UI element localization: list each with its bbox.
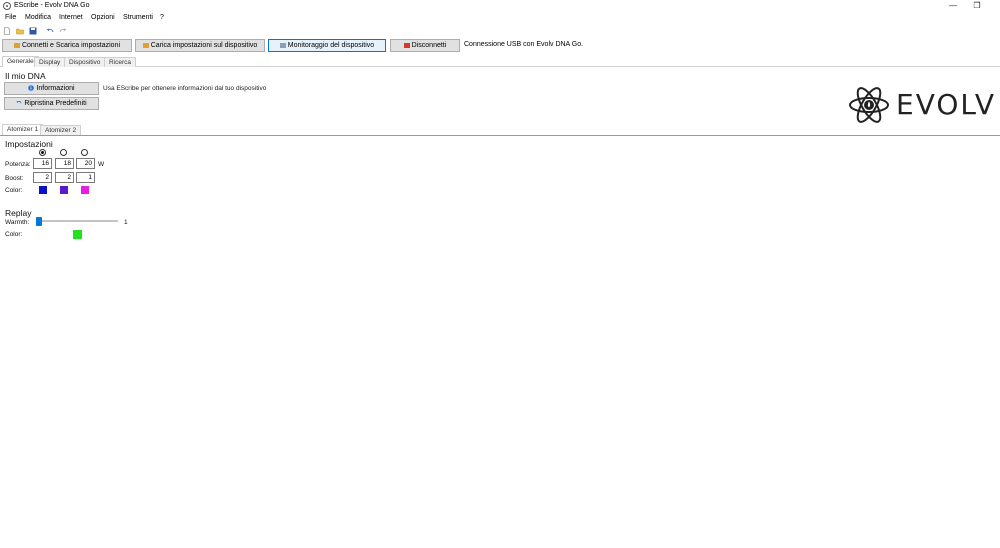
preset-radio-2[interactable]: [60, 149, 67, 156]
warmth-label: Warmth:: [5, 219, 30, 226]
envelope-icon: [13, 43, 20, 48]
menu-internet[interactable]: Internet: [59, 14, 83, 21]
menu-file[interactable]: File: [5, 14, 16, 21]
upload-settings-button[interactable]: Carica impostazioni sul dispositivo: [135, 39, 265, 52]
replay-color-label: Color:: [5, 231, 23, 238]
redo-icon[interactable]: [59, 27, 67, 35]
reset-defaults-button[interactable]: Ripristina Predefiniti: [4, 97, 99, 110]
preset-radio-1[interactable]: [39, 149, 46, 156]
menu-bar: File Modifica Internet Opzioni Strumenti…: [0, 13, 1000, 24]
evolv-logo: EVOLV: [848, 82, 996, 128]
save-icon[interactable]: [29, 27, 37, 35]
boost-input-2[interactable]: 2: [55, 172, 74, 183]
chart-icon: [279, 43, 286, 48]
boost-input-1[interactable]: 2: [33, 172, 52, 183]
app-icon: [3, 2, 11, 10]
menu-help[interactable]: ?: [160, 14, 164, 21]
my-dna-title: Il mio DNA: [5, 71, 46, 81]
warmth-value: 1: [124, 219, 128, 226]
power-input-3[interactable]: 20: [76, 158, 95, 169]
boost-label: Boost:: [5, 175, 24, 182]
connect-download-button[interactable]: Connetti e Scarica impostazioni: [2, 39, 132, 52]
tab-dispositivo[interactable]: Dispositivo: [64, 57, 106, 67]
boost-input-3[interactable]: 1: [76, 172, 95, 183]
tab-display[interactable]: Display: [34, 57, 66, 67]
info-icon: [28, 85, 35, 91]
minimize-button[interactable]: —: [942, 0, 964, 12]
menu-opzioni[interactable]: Opzioni: [91, 14, 115, 21]
action-bar: Connetti e Scarica impostazioni Carica i…: [0, 38, 1000, 54]
disconnect-button[interactable]: Disconnetti: [390, 39, 460, 52]
tab-ricerca[interactable]: Ricerca: [104, 57, 137, 67]
disconnect-icon: [403, 43, 410, 48]
power-input-2[interactable]: 18: [55, 158, 74, 169]
menu-modifica[interactable]: Modifica: [25, 14, 51, 21]
tab-atomizer-2[interactable]: Atomizer 2: [40, 125, 82, 135]
info-description: Usa EScribe per ottenere informazioni da…: [103, 85, 267, 92]
preset-radio-3[interactable]: [81, 149, 88, 156]
replay-color-swatch[interactable]: [73, 230, 82, 239]
envelope-icon: [142, 43, 149, 48]
tab-atomizer-1[interactable]: Atomizer 1: [2, 124, 44, 135]
power-input-1[interactable]: 16: [33, 158, 52, 169]
replay-title: Replay: [5, 208, 32, 218]
undo-icon[interactable]: [46, 27, 54, 35]
device-monitor-button[interactable]: Monitoraggio del dispositivo: [268, 39, 386, 52]
main-tabs: Generale Display Dispositivo Ricerca: [0, 56, 1000, 67]
reset-icon: [16, 100, 22, 104]
logo-text: EVOLV: [896, 88, 997, 121]
connection-status: Connessione USB con Evolv DNA Go.: [464, 41, 584, 48]
menu-strumenti[interactable]: Strumenti: [123, 14, 153, 21]
power-unit: W: [98, 161, 105, 168]
restore-button[interactable]: ❐: [966, 0, 988, 12]
impostazioni-title: Impostazioni: [5, 139, 53, 149]
power-label: Potenza:: [5, 161, 31, 168]
title-bar: EScribe - Evolv DNA Go — ❐: [0, 0, 1000, 12]
window-title: EScribe - Evolv DNA Go: [14, 2, 90, 9]
info-button[interactable]: Informazioni: [4, 82, 99, 95]
warmth-slider-thumb[interactable]: [36, 217, 42, 226]
color-swatch-2[interactable]: [60, 186, 68, 194]
open-folder-icon[interactable]: [16, 27, 24, 35]
color-swatch-1[interactable]: [39, 186, 47, 194]
color-swatch-3[interactable]: [81, 186, 89, 194]
color-label: Color:: [5, 187, 23, 194]
atomizer-tabs: Atomizer 1 Atomizer 2: [0, 124, 1000, 136]
new-file-icon[interactable]: [3, 27, 11, 35]
atom-logo-icon: [849, 87, 889, 123]
toolbar: [0, 25, 1000, 37]
warmth-slider-track[interactable]: [38, 220, 118, 222]
